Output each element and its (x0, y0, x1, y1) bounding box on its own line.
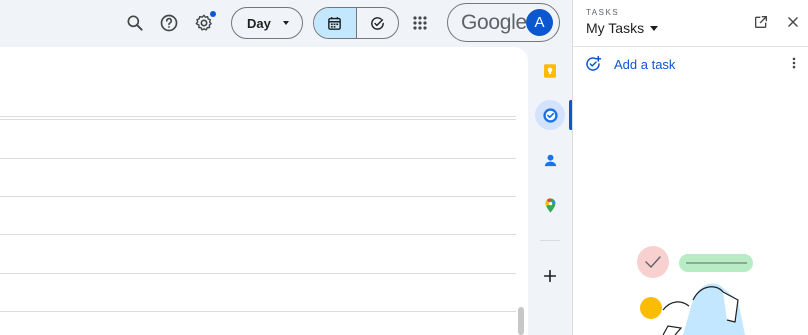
search-button[interactable] (121, 9, 149, 37)
more-vert-icon (792, 57, 796, 69)
settings-button[interactable] (190, 9, 218, 37)
apps-grid-icon (413, 16, 427, 30)
hour-line (0, 273, 516, 274)
calendar-icon (328, 16, 342, 30)
task-list-selector[interactable]: My Tasks (586, 20, 659, 36)
hour-line (0, 116, 516, 117)
hour-line (0, 119, 516, 120)
contacts-button[interactable] (535, 145, 565, 175)
list-options-button[interactable] (783, 52, 805, 74)
scrollbar-thumb[interactable] (518, 307, 524, 335)
close-icon (788, 17, 798, 27)
caret-down-icon (282, 21, 289, 25)
hour-line (0, 196, 516, 197)
add-task-label: Add a task (614, 56, 676, 72)
maps-icon (545, 197, 555, 213)
tasks-button[interactable] (535, 100, 565, 130)
hour-line (0, 311, 516, 312)
view-select-label: Day (247, 15, 271, 31)
help-icon (160, 14, 178, 32)
keep-button[interactable] (535, 56, 565, 86)
add-task-button[interactable]: Add a task (584, 55, 675, 73)
tasks-view-button[interactable] (357, 8, 399, 38)
help-button[interactable] (155, 9, 183, 37)
task-list-name: My Tasks (586, 20, 645, 36)
plus-icon (543, 269, 557, 283)
apps-button[interactable] (406, 9, 434, 37)
side-panel-rail (528, 47, 572, 335)
view-select[interactable]: Day (231, 7, 303, 39)
tasks-icon (542, 107, 558, 123)
avatar[interactable]: A (526, 9, 553, 36)
account-switcher[interactable]: Google A (447, 3, 560, 42)
search-icon (127, 15, 143, 31)
open-in-new-icon (755, 16, 767, 28)
open-in-new-tab-button[interactable] (750, 11, 772, 33)
day-grid[interactable] (0, 47, 528, 335)
keep-icon (544, 64, 556, 78)
add-task-icon (586, 55, 602, 71)
close-panel-button[interactable] (782, 11, 804, 33)
tasks-panel: TASKS My Tasks Add a task (572, 0, 808, 335)
rail-divider (540, 240, 560, 241)
panel-eyebrow: TASKS (586, 8, 620, 17)
top-bar: Day Google A (0, 0, 572, 47)
get-add-ons-button[interactable] (535, 261, 565, 291)
notification-dot (210, 11, 216, 17)
caret-down-icon (650, 25, 659, 31)
hour-line (0, 234, 516, 235)
panel-divider (573, 46, 808, 47)
contacts-icon (544, 154, 556, 166)
task-check-icon (370, 16, 384, 30)
empty-tasks-illustration (637, 246, 753, 335)
hour-line (0, 158, 516, 159)
view-toggle (313, 7, 399, 39)
maps-button[interactable] (535, 190, 565, 220)
calendar-view-button[interactable] (314, 8, 357, 38)
google-logo: Google (461, 10, 527, 34)
